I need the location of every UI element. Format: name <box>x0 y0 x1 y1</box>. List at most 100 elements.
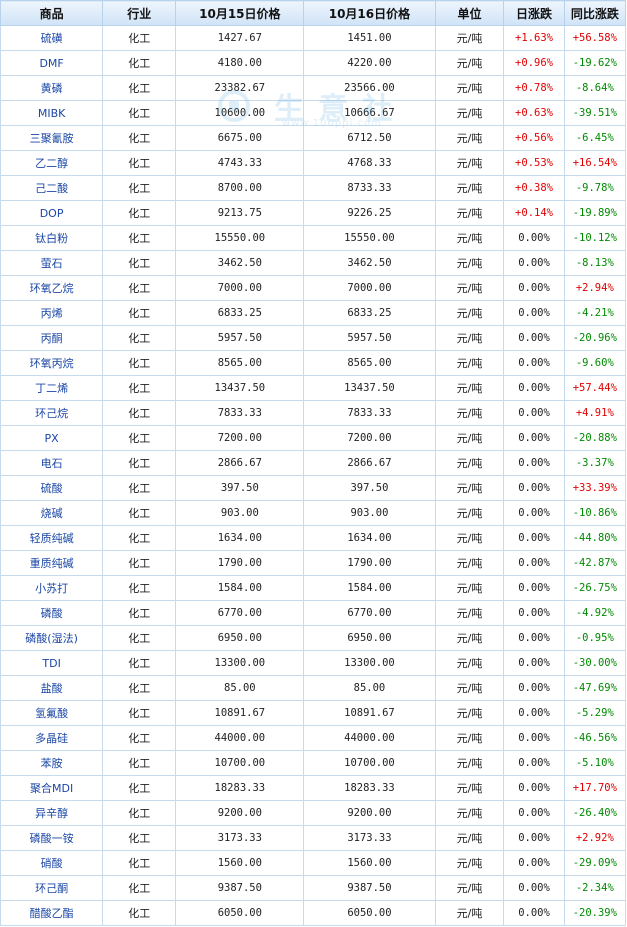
product-name-cell: DOP <box>0 200 104 226</box>
price-oct16-cell: 5957.50 <box>303 325 436 351</box>
unit-cell: 元/吨 <box>434 600 505 626</box>
product-name-link[interactable]: 萤石 <box>41 257 63 270</box>
product-name-cell: 萤石 <box>0 250 104 276</box>
price-oct16-cell: 6950.00 <box>303 625 436 651</box>
product-name-link[interactable]: 磷酸(湿法) <box>25 632 78 645</box>
industry-cell: 化工 <box>102 300 177 326</box>
unit-cell: 元/吨 <box>434 375 505 401</box>
product-name-link[interactable]: 丙烯 <box>41 307 63 320</box>
product-name-link[interactable]: 环己烷 <box>35 407 68 420</box>
product-name-link[interactable]: 三聚氰胺 <box>30 132 74 145</box>
product-name-link[interactable]: 钛白粉 <box>35 232 68 245</box>
product-name-link[interactable]: 硫磺 <box>41 32 63 45</box>
price-oct15-cell: 10891.67 <box>175 700 305 726</box>
table-row: 萤石 化工 3462.50 3462.50 元/吨 0.00% -8.13% <box>0 250 627 276</box>
product-name-cell: 磷酸(湿法) <box>0 625 104 651</box>
product-name-link[interactable]: 重质纯碱 <box>30 557 74 570</box>
daily-change-cell: +0.56% <box>503 125 565 151</box>
product-name-link[interactable]: 丙酮 <box>41 332 63 345</box>
col-header-product: 商品 <box>0 0 104 26</box>
yoy-change-cell: -46.56% <box>563 725 627 751</box>
product-name-link[interactable]: 多晶硅 <box>35 732 68 745</box>
price-oct15-cell: 1560.00 <box>175 850 305 876</box>
unit-cell: 元/吨 <box>434 525 505 551</box>
product-name-link[interactable]: 聚合MDI <box>30 782 73 795</box>
product-name-link[interactable]: 小苏打 <box>35 582 68 595</box>
daily-change-cell: 0.00% <box>503 350 565 376</box>
price-oct15-cell: 397.50 <box>175 475 305 501</box>
product-name-link[interactable]: 黄磷 <box>41 82 63 95</box>
product-name-link[interactable]: 环氧乙烷 <box>30 282 74 295</box>
yoy-change-cell: +57.44% <box>563 375 627 401</box>
industry-cell: 化工 <box>102 400 177 426</box>
product-name-cell: 硫酸 <box>0 475 104 501</box>
product-name-cell: 重质纯碱 <box>0 550 104 576</box>
price-oct16-cell: 9200.00 <box>303 800 436 826</box>
price-oct15-cell: 3462.50 <box>175 250 305 276</box>
daily-change-cell: 0.00% <box>503 600 565 626</box>
industry-cell: 化工 <box>102 625 177 651</box>
unit-cell: 元/吨 <box>434 25 505 51</box>
price-oct15-cell: 10700.00 <box>175 750 305 776</box>
table-row: 三聚氰胺 化工 6675.00 6712.50 元/吨 +0.56% -6.45% <box>0 125 627 151</box>
product-name-link[interactable]: 硝酸 <box>41 857 63 870</box>
industry-cell: 化工 <box>102 350 177 376</box>
product-name-link[interactable]: 乙二醇 <box>35 157 68 170</box>
price-oct15-cell: 10600.00 <box>175 100 305 126</box>
table-row: 重质纯碱 化工 1790.00 1790.00 元/吨 0.00% -42.87% <box>0 550 627 576</box>
price-oct16-cell: 23566.00 <box>303 75 436 101</box>
unit-cell: 元/吨 <box>434 100 505 126</box>
product-name-link[interactable]: 盐酸 <box>41 682 63 695</box>
price-oct15-cell: 8700.00 <box>175 175 305 201</box>
price-oct16-cell: 85.00 <box>303 675 436 701</box>
product-name-link[interactable]: DMF <box>39 57 63 70</box>
product-name-link[interactable]: 电石 <box>41 457 63 470</box>
product-name-link[interactable]: 氢氟酸 <box>35 707 68 720</box>
daily-change-cell: 0.00% <box>503 400 565 426</box>
product-name-link[interactable]: 己二酸 <box>35 182 68 195</box>
price-oct15-cell: 15550.00 <box>175 225 305 251</box>
price-oct16-cell: 6770.00 <box>303 600 436 626</box>
price-oct15-cell: 7200.00 <box>175 425 305 451</box>
product-name-link[interactable]: DOP <box>40 207 64 220</box>
price-oct15-cell: 3173.33 <box>175 825 305 851</box>
price-oct15-cell: 44000.00 <box>175 725 305 751</box>
price-oct16-cell: 1451.00 <box>303 25 436 51</box>
table-row: 环己烷 化工 7833.33 7833.33 元/吨 0.00% +4.91% <box>0 400 627 426</box>
unit-cell: 元/吨 <box>434 425 505 451</box>
yoy-change-cell: -0.95% <box>563 625 627 651</box>
price-oct16-cell: 3462.50 <box>303 250 436 276</box>
yoy-change-cell: -10.86% <box>563 500 627 526</box>
table-row: 硫磺 化工 1427.67 1451.00 元/吨 +1.63% +56.58% <box>0 25 627 51</box>
product-name-link[interactable]: MIBK <box>38 107 66 120</box>
price-oct16-cell: 9387.50 <box>303 875 436 901</box>
product-name-cell: 黄磷 <box>0 75 104 101</box>
yoy-change-cell: -6.45% <box>563 125 627 151</box>
product-name-link[interactable]: 硫酸 <box>41 482 63 495</box>
product-name-cell: 小苏打 <box>0 575 104 601</box>
industry-cell: 化工 <box>102 500 177 526</box>
daily-change-cell: +0.96% <box>503 50 565 76</box>
product-name-link[interactable]: 环己酮 <box>35 882 68 895</box>
yoy-change-cell: -20.88% <box>563 425 627 451</box>
table-row: 醋酸乙酯 化工 6050.00 6050.00 元/吨 0.00% -20.39% <box>0 900 627 926</box>
industry-cell: 化工 <box>102 425 177 451</box>
industry-cell: 化工 <box>102 775 177 801</box>
product-name-link[interactable]: 轻质纯碱 <box>30 532 74 545</box>
daily-change-cell: 0.00% <box>503 800 565 826</box>
product-name-link[interactable]: 磷酸 <box>41 607 63 620</box>
product-name-link[interactable]: 醋酸乙酯 <box>30 907 74 920</box>
product-name-link[interactable]: 丁二烯 <box>35 382 68 395</box>
product-name-link[interactable]: 磷酸一铵 <box>30 832 74 845</box>
product-name-link[interactable]: TDI <box>42 657 60 670</box>
product-name-link[interactable]: PX <box>45 432 59 445</box>
product-name-link[interactable]: 异辛醇 <box>35 807 68 820</box>
product-name-link[interactable]: 苯胺 <box>41 757 63 770</box>
product-name-link[interactable]: 环氧丙烷 <box>30 357 74 370</box>
product-name-link[interactable]: 烧碱 <box>41 507 63 520</box>
daily-change-cell: 0.00% <box>503 750 565 776</box>
unit-cell: 元/吨 <box>434 200 505 226</box>
table-row: 环己酮 化工 9387.50 9387.50 元/吨 0.00% -2.34% <box>0 875 627 901</box>
daily-change-cell: 0.00% <box>503 225 565 251</box>
unit-cell: 元/吨 <box>434 550 505 576</box>
